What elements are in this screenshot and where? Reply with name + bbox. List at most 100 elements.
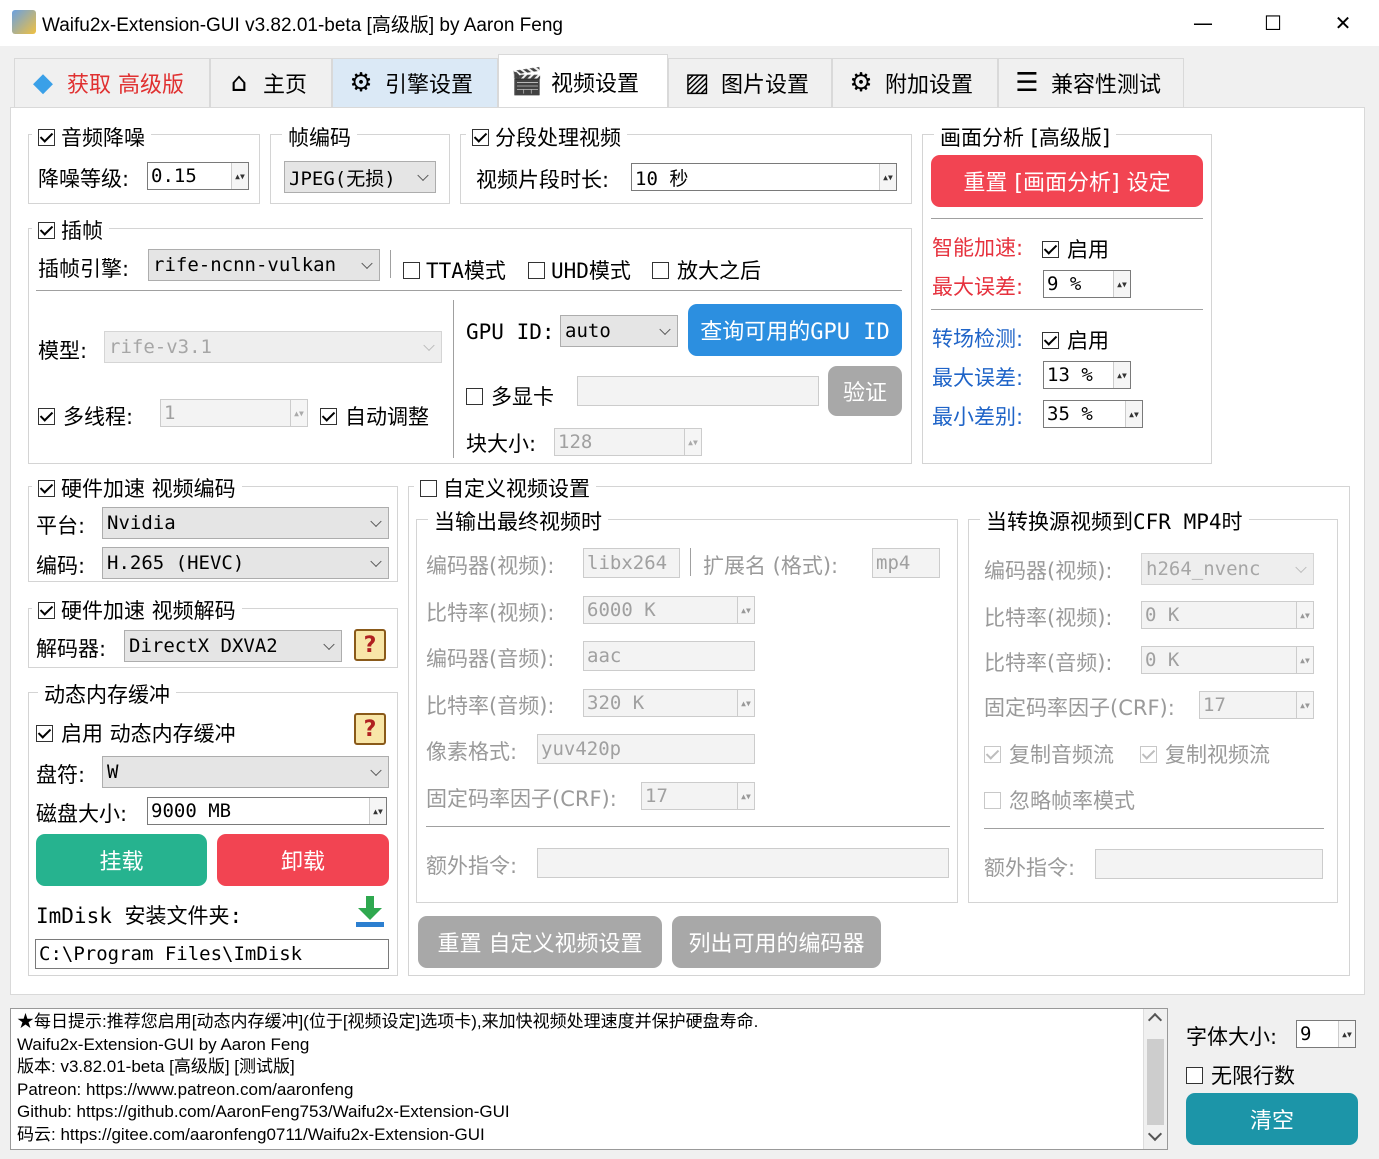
tab-label: 图片设置 (721, 73, 810, 98)
cfr-abit-label: 比特率(音频): (984, 651, 1113, 675)
tab-label: 附加设置 (885, 73, 974, 98)
auto-adjust-checkbox[interactable]: 自动调整 (320, 401, 429, 431)
platform-select[interactable]: Nvidia (102, 507, 389, 539)
smart-max-error-label: 最大误差: (932, 275, 1024, 299)
divider (426, 826, 950, 827)
uhd-checkbox[interactable]: UHD模式 (528, 255, 631, 285)
codec-select[interactable]: H.265 (HEVC) (102, 547, 389, 579)
gpu-id-select[interactable]: auto (560, 315, 678, 347)
unmount-button[interactable]: 卸载 (217, 834, 389, 886)
download-icon[interactable] (352, 894, 388, 930)
pix-input[interactable]: yuv420p (537, 734, 755, 764)
copy-video-checkbox[interactable]: 复制视频流 (1140, 739, 1270, 769)
maximize-button[interactable]: ☐ (1238, 0, 1308, 46)
list-encoders-button[interactable]: 列出可用的编码器 (672, 916, 881, 968)
aenc-input[interactable]: aac (583, 641, 755, 671)
min-diff-spinbox[interactable]: 35 % ▲▼ (1043, 400, 1143, 428)
extra-input[interactable] (537, 848, 949, 878)
audio-denoise-title[interactable]: 音频降噪 (32, 122, 151, 152)
imdisk-folder-input[interactable]: C:\Program Files\ImDisk (35, 939, 389, 969)
cfr-extra-input[interactable] (1095, 849, 1323, 879)
threads-spinbox[interactable]: 1 ▲▼ (160, 399, 308, 427)
font-size-spinbox[interactable]: 9 ▲▼ (1296, 1020, 1356, 1048)
scroll-up-icon[interactable] (1147, 1012, 1163, 1028)
hw-encode-title[interactable]: 硬件加速 视频编码 (32, 473, 242, 503)
tab-image-settings[interactable]: ▨ 图片设置 (668, 58, 832, 108)
tta-checkbox[interactable]: TTA模式 (403, 255, 506, 285)
block-size-spinbox[interactable]: 128 ▲▼ (554, 428, 702, 456)
denoise-level-label: 降噪等级: (38, 167, 130, 191)
segment-length-spinbox[interactable]: 10 秒 ▲▼ (631, 163, 897, 191)
disk-size-spinbox[interactable]: 9000 MB ▲▼ (147, 797, 387, 825)
custom-video-title[interactable]: 自定义视频设置 (414, 473, 596, 503)
reset-scene-analysis-button[interactable]: 重置 [画面分析] 设定 (931, 155, 1203, 207)
copy-audio-checkbox[interactable]: 复制音频流 (984, 739, 1114, 769)
decoder-help-icon[interactable]: ? (354, 629, 386, 661)
multithread-checkbox[interactable]: 多线程: (38, 401, 133, 431)
tab-compat-test[interactable]: ☰ 兼容性测试 (998, 58, 1184, 108)
frame-codec-select[interactable]: JPEG(无损) (284, 161, 436, 193)
custom-video-checkbox[interactable] (420, 479, 437, 497)
multi-gpu-checkbox[interactable]: 多显卡 (466, 381, 554, 411)
tab-label: 兼容性测试 (1051, 73, 1162, 98)
cfr-vbit-spinbox[interactable]: 0 K ▲▼ (1141, 601, 1314, 629)
denoise-level-spinbox[interactable]: 0.15 ▲▼ (147, 162, 249, 190)
imdisk-folder-label: ImDisk 安装文件夹: (36, 904, 243, 928)
smart-max-error-spinbox[interactable]: 9 % ▲▼ (1043, 270, 1131, 298)
ignore-fps-checkbox[interactable]: 忽略帧率模式 (984, 785, 1135, 815)
output-video-title: 当输出最终视频时 (428, 506, 608, 536)
decoder-select[interactable]: DirectX DXVA2 (124, 630, 342, 662)
hw-encode-checkbox[interactable] (38, 479, 55, 497)
segment-title[interactable]: 分段处理视频 (466, 122, 627, 152)
interpolation-checkbox[interactable] (38, 221, 55, 239)
abit-label: 比特率(音频): (426, 694, 555, 718)
after-upscale-checkbox[interactable]: 放大之后 (652, 255, 761, 285)
ext-input[interactable]: mp4 (872, 548, 940, 578)
min-diff-label: 最小差别: (932, 405, 1024, 429)
scroll-thumb[interactable] (1147, 1039, 1164, 1125)
log-line: Github: https://github.com/AaronFeng753/… (17, 1102, 510, 1122)
interpolation-title[interactable]: 插帧 (32, 215, 109, 245)
abit-spinbox[interactable]: 320 K ▲▼ (583, 689, 755, 717)
vbit-spinbox[interactable]: 6000 K ▲▼ (583, 596, 755, 624)
ramdisk-help-icon[interactable]: ? (354, 713, 386, 745)
model-select[interactable]: rife-v3.1 (104, 331, 442, 363)
tab-engine-settings[interactable]: ⚙ 引擎设置 (332, 58, 498, 108)
cfr-abit-spinbox[interactable]: 0 K ▲▼ (1141, 646, 1314, 674)
cfr-venc-select[interactable]: h264_nvenc (1141, 553, 1314, 585)
divider (36, 290, 902, 291)
multi-gpu-input[interactable] (577, 376, 819, 406)
close-button[interactable]: ✕ (1308, 0, 1378, 46)
hw-decode-checkbox[interactable] (38, 601, 55, 619)
segment-checkbox[interactable] (472, 128, 489, 146)
tab-home[interactable]: ⌂ 主页 (210, 58, 332, 108)
log-textbox[interactable]: ★每日提示:推荐您启用[动态内存缓冲](位于[视频设定]选项卡),来加快视频处理… (10, 1008, 1168, 1150)
tab-get-premium[interactable]: ◆ 获取 高级版 (14, 58, 210, 108)
verify-button[interactable]: 验证 (828, 366, 902, 416)
drive-select[interactable]: W (102, 756, 389, 788)
cfr-crf-spinbox[interactable]: 17 ▲▼ (1199, 691, 1314, 719)
hw-decode-title[interactable]: 硬件加速 视频解码 (32, 595, 242, 625)
unlimited-lines-checkbox[interactable]: 无限行数 (1186, 1060, 1295, 1090)
scene-max-error-spinbox[interactable]: 13 % ▲▼ (1043, 361, 1131, 389)
tab-extra-settings[interactable]: ⚙ 附加设置 (832, 58, 998, 108)
ext-label: 扩展名 (格式): (703, 554, 839, 578)
reset-custom-video-button[interactable]: 重置 自定义视频设置 (418, 916, 662, 968)
crf-spinbox[interactable]: 17 ▲▼ (641, 782, 755, 810)
venc-input[interactable]: libx264 (583, 548, 680, 578)
minimize-button[interactable]: — (1168, 0, 1238, 46)
smart-accel-checkbox[interactable]: 启用 (1042, 234, 1109, 264)
audio-denoise-checkbox[interactable] (38, 128, 55, 146)
clapper-icon: 🎬 (510, 66, 544, 97)
interp-engine-select[interactable]: rife-ncnn-vulkan (148, 249, 380, 281)
scroll-down-icon[interactable] (1147, 1126, 1163, 1142)
log-scrollbar[interactable] (1143, 1009, 1167, 1149)
tab-video-settings[interactable]: 🎬 视频设置 (498, 54, 668, 108)
ramdisk-enable-checkbox[interactable]: 启用 动态内存缓冲 (36, 718, 236, 748)
log-line: 码云: https://gitee.com/aaronfeng0711/Waif… (17, 1124, 485, 1144)
scene-detect-checkbox[interactable]: 启用 (1042, 325, 1109, 355)
crf-label: 固定码率因子(CRF): (426, 787, 617, 811)
query-gpu-button[interactable]: 查询可用的GPU ID (688, 304, 902, 356)
mount-button[interactable]: 挂载 (36, 834, 207, 886)
clear-log-button[interactable]: 清空 (1186, 1093, 1358, 1145)
